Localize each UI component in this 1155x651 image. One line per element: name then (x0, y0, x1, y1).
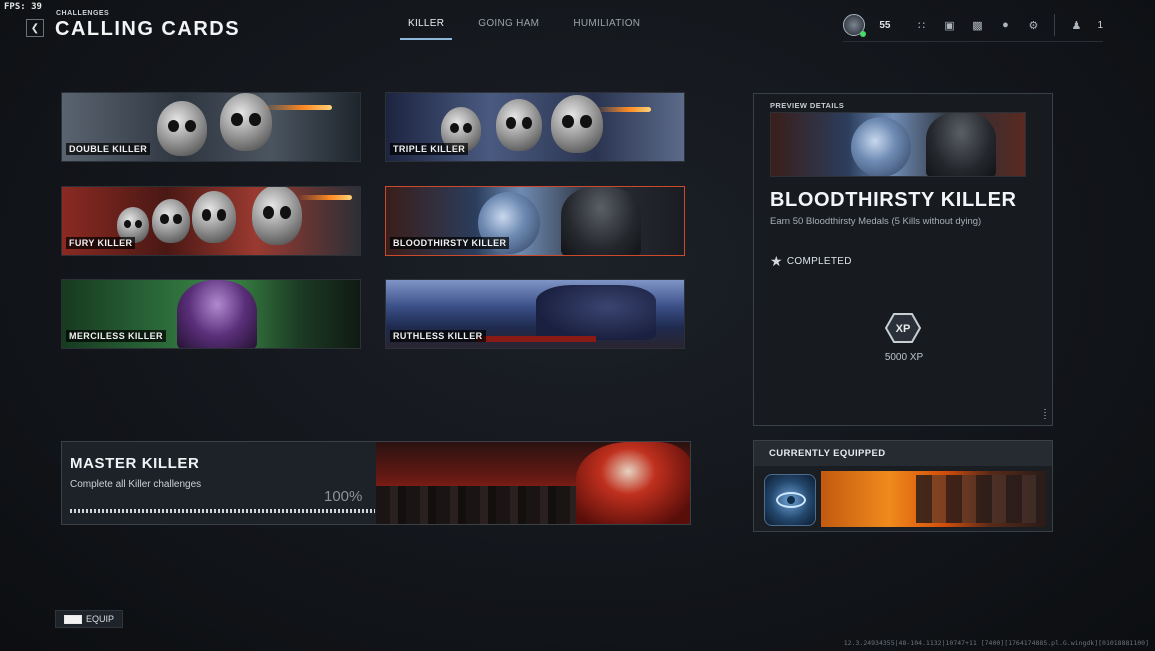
party-count: 1 (1097, 19, 1103, 31)
build-info: 12.3.24934355|48-104.1132|10747+11 [7400… (843, 639, 1149, 647)
divider (843, 41, 1103, 42)
camera-icon[interactable]: ▩ (970, 18, 984, 32)
figures-art (916, 475, 1041, 523)
city-skyline-art (376, 486, 576, 524)
card-label: FURY KILLER (66, 237, 136, 249)
equipped-panel: CURRENTLY EQUIPPED (753, 440, 1053, 532)
skull-art (496, 99, 542, 151)
rank-level: 55 (879, 19, 891, 31)
calling-card-merciless-killer[interactable]: MERCILESS KILLER (61, 279, 361, 349)
card-label: RUTHLESS KILLER (390, 330, 486, 342)
tab-killer[interactable]: KILLER (400, 16, 453, 40)
tab-bar: KILLER GOING HAM HUMILIATION (400, 16, 648, 40)
skull-art (192, 191, 236, 243)
chevron-left-icon: ❮ (30, 22, 40, 34)
gear-icon[interactable]: ⚙ (1026, 18, 1040, 32)
spacebar-key-icon (64, 614, 82, 624)
reaper-art (576, 442, 690, 524)
fps-counter: FPS: 39 (4, 2, 42, 12)
master-title: MASTER KILLER (70, 455, 200, 472)
calling-card-ruthless-killer[interactable]: RUTHLESS KILLER (385, 279, 685, 349)
blood-art (476, 336, 596, 342)
preview-header: PREVIEW DETAILS (770, 101, 845, 110)
reaper-art (536, 285, 656, 340)
tab-going-ham[interactable]: GOING HAM (470, 16, 547, 40)
page-title: CALLING CARDS (55, 18, 241, 40)
back-button[interactable]: ❮ (26, 19, 44, 37)
xp-badge-text: XP (896, 323, 911, 335)
master-challenge[interactable]: MASTER KILLER Complete all Killer challe… (61, 441, 691, 525)
eye-icon (776, 492, 806, 508)
top-right-bar: 55 ∷ ▣ ▩ ● ⚙ ♟ 1 (843, 14, 1103, 37)
reaper-art (177, 280, 257, 348)
xp-reward: 5000 XP (884, 352, 924, 363)
star-icon: ★ (770, 253, 783, 269)
card-label: MERCILESS KILLER (66, 330, 166, 342)
card-label: TRIPLE KILLER (390, 143, 469, 155)
divider (1054, 14, 1056, 36)
grid-menu-icon[interactable]: ∷ (914, 18, 928, 32)
equipped-calling-card[interactable] (821, 471, 1046, 527)
status-label: COMPLETED (786, 256, 852, 267)
equip-button[interactable]: EQUIP (55, 610, 124, 628)
scrollbar[interactable] (1044, 409, 1046, 419)
bullet-art (297, 195, 352, 200)
tab-humiliation[interactable]: HUMILIATION (565, 16, 648, 40)
card-label: DOUBLE KILLER (66, 143, 151, 155)
calling-card-double-killer[interactable]: DOUBLE KILLER (61, 92, 361, 162)
bullet-art (262, 105, 332, 110)
skull-art (551, 95, 603, 153)
preview-title: BLOODTHIRSTY KILLER (770, 189, 1017, 211)
skull-art (252, 187, 302, 245)
preview-panel: PREVIEW DETAILS BLOODTHIRSTY KILLER Earn… (753, 93, 1053, 426)
preview-description: Earn 50 Bloodthirsty Medals (5 Kills wit… (770, 216, 982, 227)
equipped-emblem[interactable] (764, 474, 816, 526)
xp-badge-icon: XP (885, 313, 921, 343)
calling-card-fury-killer[interactable]: FURY KILLER (61, 186, 361, 256)
progress-text: 100% (324, 488, 363, 505)
skull-art (157, 101, 207, 156)
calling-card-triple-killer[interactable]: TRIPLE KILLER (385, 92, 685, 162)
equip-label: EQUIP (86, 614, 115, 624)
party-icon[interactable]: ♟ (1069, 18, 1083, 32)
master-description: Complete all Killer challenges (70, 479, 202, 490)
bell-icon[interactable]: ● (998, 18, 1012, 32)
equipped-header: CURRENTLY EQUIPPED (754, 441, 1052, 466)
store-icon[interactable]: ▣ (942, 18, 956, 32)
breadcrumb: CHALLENGES (56, 10, 110, 17)
master-card-art (376, 442, 690, 524)
reaper-art (926, 113, 996, 176)
reaper-art (561, 187, 641, 255)
skull-art (152, 199, 190, 243)
skull-art (220, 93, 272, 151)
preview-card-image (770, 112, 1026, 177)
progress-bar (70, 509, 375, 513)
completion-status: ★ COMPLETED (770, 253, 852, 270)
calling-card-bloodthirsty-killer[interactable]: BLOODTHIRSTY KILLER (385, 186, 685, 256)
moon-art (851, 117, 911, 176)
bullet-art (596, 107, 651, 112)
rank-emblem-icon[interactable] (843, 14, 867, 37)
card-label: BLOODTHIRSTY KILLER (390, 237, 510, 249)
